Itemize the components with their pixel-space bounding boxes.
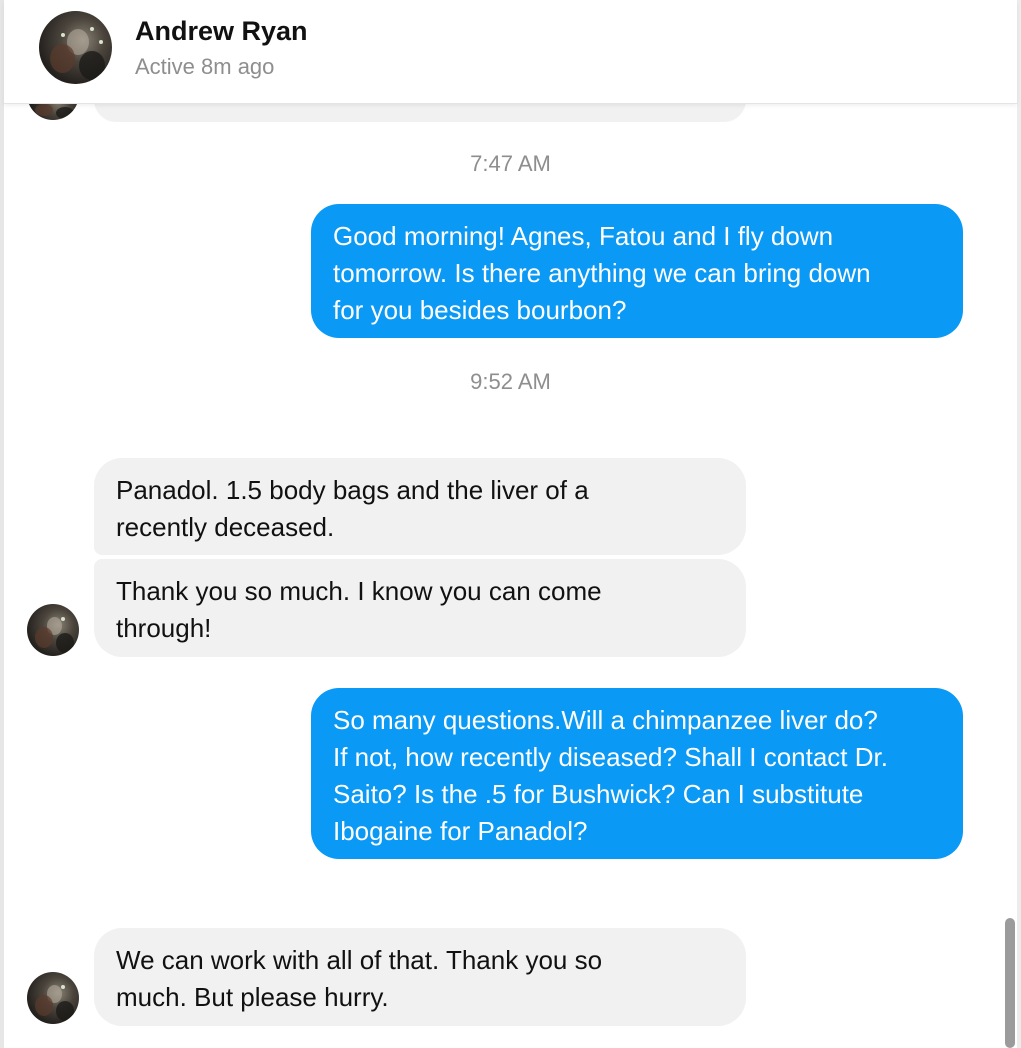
contact-active-status: Active 8m ago [135, 54, 275, 79]
message-timestamp: 7:47 AM [470, 151, 551, 176]
contact-avatar[interactable] [39, 11, 112, 84]
incoming-message-bubble[interactable]: We can work with all of that. Thank you … [94, 928, 746, 1026]
outgoing-message-bubble[interactable]: Good morning! Agnes, Fatou and I fly dow… [311, 204, 963, 338]
scrollbar-thumb[interactable] [1005, 918, 1015, 1048]
message-timestamp: 9:52 AM [470, 369, 551, 394]
contact-avatar[interactable] [27, 972, 79, 1024]
conversation-header: Andrew Ryan Active 8m ago [4, 0, 1017, 104]
incoming-message-bubble[interactable]: Panadol. 1.5 body bags and the liver of … [94, 458, 746, 555]
outgoing-message-bubble[interactable]: So many questions.Will a chimpanzee live… [311, 688, 963, 859]
contact-name[interactable]: Andrew Ryan [135, 16, 308, 47]
contact-avatar[interactable] [27, 604, 79, 656]
incoming-message-bubble[interactable]: Thank you so much. I know you can come t… [94, 559, 746, 657]
messenger-conversation: Andrew Ryan Active 8m ago 7:47 AM Good m… [0, 0, 1021, 1048]
